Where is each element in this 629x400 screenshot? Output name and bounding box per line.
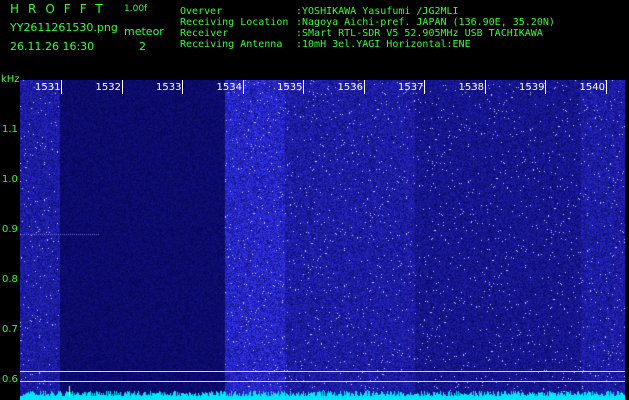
x-tick-mark	[61, 80, 62, 94]
reference-line	[20, 371, 625, 372]
x-tick-label: 1533	[156, 82, 182, 93]
x-tick-mark	[303, 80, 304, 94]
info-row-observer: Overver :YOSHIKAWA Yasufumi /JG2MLI	[180, 6, 555, 17]
y-tick-label: 0.9	[2, 224, 18, 235]
x-tick-mark	[121, 80, 123, 94]
x-tick-mark	[242, 80, 244, 94]
x-tick-label: 1538	[458, 82, 484, 93]
info-key: Overver	[180, 6, 223, 17]
file-name: YY2611261530.png	[10, 21, 118, 34]
info-value: :SMart RTL-SDR V5 52.905MHz USB TACHIKAW…	[296, 28, 543, 39]
x-tick-mark	[424, 80, 425, 94]
x-tick-label: 1540	[579, 82, 605, 93]
y-tick-label: 0.6	[2, 374, 18, 385]
y-tick-label: 0.7	[2, 324, 18, 335]
reference-line	[20, 381, 625, 382]
y-tick-label: 1.0	[2, 174, 18, 185]
meteor-label: meteor	[124, 25, 164, 38]
x-tick-label: 1532	[95, 82, 121, 93]
x-tick-mark	[545, 80, 546, 94]
x-tick-label: 1539	[519, 82, 545, 93]
x-tick-mark	[605, 80, 607, 94]
info-value: :10mH 3el.YAGI Horizontal:ENE	[296, 39, 471, 50]
info-row-receiver: Receiver :SMart RTL-SDR V5 52.905MHz USB…	[180, 28, 555, 39]
x-tick-mark	[182, 80, 183, 94]
y-tick-label: 0.8	[2, 274, 18, 285]
app-title: HROFFT	[10, 2, 112, 16]
x-tick-label: 1531	[35, 82, 61, 93]
x-tick-label: 1534	[216, 82, 242, 93]
info-key: Receiving Antenna	[180, 39, 283, 50]
x-tick-label: 1536	[337, 82, 363, 93]
x-tick-label: 1535	[277, 82, 303, 93]
x-tick-label: 1537	[398, 82, 424, 93]
app-version: 1.00f	[124, 4, 148, 14]
info-value: :YOSHIKAWA Yasufumi /JG2MLI	[296, 6, 459, 17]
y-axis-unit: kHz	[1, 74, 20, 85]
station-info: Overver :YOSHIKAWA Yasufumi /JG2MLI Rece…	[180, 6, 555, 50]
meteor-count: 2	[139, 40, 146, 53]
x-tick-mark	[363, 80, 365, 94]
x-tick-mark	[484, 80, 486, 94]
info-key: Receiving Location	[180, 17, 289, 28]
info-row-location: Receiving Location :Nagoya Aichi-pref. J…	[180, 17, 555, 28]
y-tick-label: 1.1	[2, 124, 18, 135]
hrofft-window: HROFFT 1.00f YY2611261530.png 26.11.26 1…	[0, 0, 629, 400]
spectrogram: 1531 1532 1533 1534 1535 1536 1537 1538 1539 1540	[20, 80, 625, 400]
info-row-antenna: Receiving Antenna :10mH 3el.YAGI Horizon…	[180, 39, 555, 50]
info-value: :Nagoya Aichi-pref. JAPAN (136.90E, 35.2…	[296, 17, 555, 28]
timestamp: 26.11.26 16:30	[10, 40, 95, 53]
info-key: Receiver	[180, 28, 229, 39]
spectrogram-canvas	[20, 80, 625, 400]
